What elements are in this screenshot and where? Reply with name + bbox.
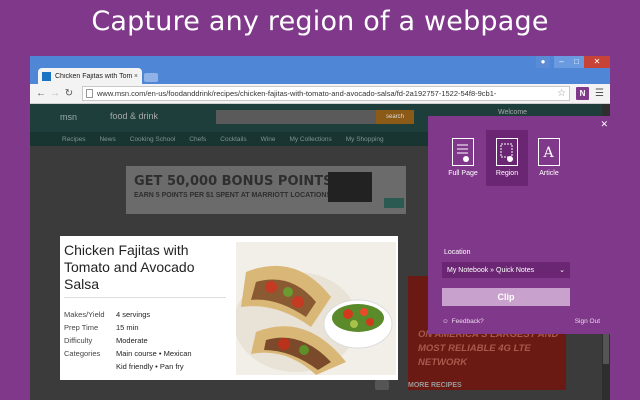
onenote-extension-icon[interactable]: N [576,87,590,100]
fact-row: Makes/Yield 4 servings [64,308,192,321]
nav-item[interactable]: News [99,136,115,143]
nav-item[interactable]: Cocktails [220,136,246,143]
ad-subtext: EARN 5 POINTS PER $1 SPENT AT MARRIOTT L… [134,192,332,199]
more-recipes-heading: MORE RECIPES [408,382,462,389]
tab-title: Chicken Fajitas with Toma [55,73,132,80]
fact-label: Prep Time [64,323,99,332]
chevron-down-icon: ⌄ [559,267,565,274]
feedback-text: Feedback? [451,318,484,325]
network-ad-text: ON AMERICA'S LARGEST AND MOST RELIABLE 4… [418,329,559,368]
menu-icon[interactable]: ☰ [595,88,604,99]
bookmark-star-icon[interactable]: ☆ [557,88,566,99]
nav-item[interactable]: My Collections [289,136,331,143]
feedback-link[interactable]: ☺ Feedback? [442,318,484,325]
welcome-text: Welcome [498,109,528,116]
msn-logo[interactable]: msn [60,112,77,122]
full-page-icon [452,138,474,166]
nav-item[interactable]: Chefs [189,136,206,143]
fact-value: Moderate [116,336,148,345]
fact-value: Main course • Mexican [116,349,192,358]
region-icon [496,138,518,166]
window-controls: ● – □ ✕ [536,56,610,70]
selected-region: Chicken Fajitas with Tomato and Avocado … [60,236,398,380]
msn-favicon-icon [42,72,51,81]
ad-learn-more-button[interactable] [384,198,404,208]
fact-label: Difficulty [64,336,93,345]
browser-tab[interactable]: Chicken Fajitas with Toma × [38,68,142,85]
mode-full-page[interactable]: Full Page [442,130,484,186]
browser-window: ● – □ ✕ Chicken Fajitas with Toma × ← → … [30,56,614,400]
fact-value: Kid friendly • Pan fry [116,362,184,371]
recipe-facts: Makes/Yield 4 servings Prep Time 15 min … [64,308,192,373]
headline: Capture any region of a webpage [91,6,549,37]
sign-out-link[interactable]: Sign Out [575,318,600,325]
msn-search-button[interactable]: search [376,110,414,124]
section-title[interactable]: food & drink [110,111,158,121]
close-icon[interactable]: ✕ [600,119,608,130]
fact-row: Prep Time 15 min [64,321,192,334]
ad-headline: GET 50,000 BONUS POINTS [134,174,333,189]
msn-search-input[interactable] [216,110,376,124]
fact-label: Makes/Yield [64,310,105,319]
fact-row: Difficulty Moderate [64,334,192,347]
mode-label: Region [495,170,519,177]
page-icon [86,89,93,98]
recipe-photo [236,242,396,375]
mode-label: Full Page [448,170,478,177]
clip-button[interactable]: Clip [442,288,570,306]
fact-label: Categories [64,349,101,358]
marriott-ad[interactable]: GET 50,000 BONUS POINTS EARN 5 POINTS PE… [126,166,406,214]
divider [64,297,226,298]
maximize-button[interactable]: □ [569,56,584,68]
fact-value: 15 min [116,323,139,332]
fact-row: Categories Main course • Mexican [64,347,192,360]
location-value: My Notebook » Quick Notes [447,266,535,274]
new-tab-button[interactable] [144,73,158,82]
recipe-title: Chicken Fajitas with Tomato and Avocado … [64,242,195,292]
tab-close-icon[interactable]: × [134,73,138,80]
minimize-button[interactable]: – [554,56,569,68]
url-text[interactable]: www.msn.com/en-us/foodanddrink/recipes/c… [97,89,554,98]
fajita-photo-illustration [236,242,396,375]
back-arrow-icon[interactable]: ← [34,88,48,99]
camera-icon[interactable] [375,380,389,390]
nav-item[interactable]: Wine [261,136,276,143]
smiley-icon: ☺ [442,318,449,325]
mode-label: Article [539,170,559,177]
svg-text:A: A [542,145,554,161]
close-window-button[interactable]: ✕ [584,56,610,68]
forward-arrow-icon[interactable]: → [48,88,62,99]
location-dropdown[interactable]: My Notebook » Quick Notes ⌄ [442,262,570,278]
user-icon[interactable]: ● [536,56,550,68]
mode-article[interactable]: A Article [528,130,570,186]
onenote-clipper-panel: ✕ Full Page Region A Article Location My… [428,116,614,334]
address-bar[interactable]: www.msn.com/en-us/foodanddrink/recipes/c… [82,86,571,101]
browser-toolbar: ← → ↻ www.msn.com/en-us/foodanddrink/rec… [30,84,610,104]
nav-item[interactable]: Recipes [62,136,85,143]
fact-value: 4 servings [116,310,151,319]
reload-icon[interactable]: ↻ [62,88,76,99]
nav-item[interactable]: Cooking School [130,136,176,143]
fact-row: Kid friendly • Pan fry [64,360,192,373]
location-label: Location [444,249,471,256]
nav-item[interactable]: My Shopping [346,136,384,143]
mode-region[interactable]: Region [486,130,528,186]
article-icon: A [538,138,560,166]
credit-card-image [328,172,372,202]
